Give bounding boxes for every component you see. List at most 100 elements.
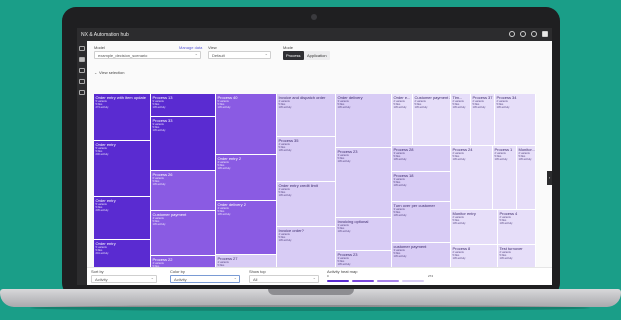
treemap-icon[interactable] (79, 57, 85, 62)
tile-stat: 145 activity (278, 194, 292, 198)
tile-stat: 145 activity (393, 255, 407, 259)
treemap-tile[interactable]: Process 42 variants 5 files 145 activity (498, 210, 536, 245)
treemap-tile[interactable]: Order entry 5 variants 5 files 246 activity (94, 141, 151, 197)
treemap-tile[interactable]: Customer payment 22 variants 5 files 145 a… (413, 94, 451, 146)
view-label: View (208, 45, 217, 50)
tile-stat: 145 activity (452, 106, 466, 110)
treemap-tile[interactable]: Test turnover 2 variants 5 files 145 activi… (498, 245, 536, 268)
color-by-select[interactable]: Activity (170, 275, 240, 283)
tile-stat: 145 activity (278, 149, 292, 153)
tile-stat: 145 activity (217, 167, 231, 171)
tile-stat: 145 activity (217, 213, 231, 217)
tile-stat: 145 activity (152, 106, 166, 110)
treemap-tile[interactable]: Turn over per customer 3 variants 5 files 1… (392, 202, 451, 243)
model-label: Model (94, 45, 105, 50)
tile-stat: 245 activity (95, 209, 109, 213)
laptop-screen: NX & Automation hub Model example_decisi… (77, 28, 552, 285)
tile-stat: 145 activity (393, 184, 407, 188)
treemap-tile[interactable]: Process 24 2 variants 5 files 145 activity (451, 146, 493, 210)
treemap-tile[interactable]: Monitor entry 2 variants 5 files 145 activi… (451, 210, 498, 245)
tile-stat: 145 activity (393, 158, 407, 162)
treemap-tile[interactable]: Process 13 9 variants 5 files 145 activity (151, 94, 216, 117)
treemap-tile[interactable]: Process 26 6 variants 5 files 145 activity (151, 171, 216, 211)
tile-stat: 145 activity (278, 106, 292, 110)
color-by-label: Color by (170, 269, 185, 274)
treemap-tile[interactable]: Process 23 3 variants 5 files 145 activity (336, 148, 392, 218)
heat-map-label: Activity heat map (327, 269, 358, 274)
tile-stat: 145 activity (518, 158, 532, 162)
treemap-tile[interactable]: Customer payment 4 variants 5 files 145 act… (151, 211, 216, 256)
treemap-tile[interactable]: Process 18 3 variants 5 files 145 activity (392, 172, 451, 202)
treemap-tile[interactable]: Order entry 5 variants 5 files 245 activity (94, 197, 151, 240)
tile-stat: 145 activity (496, 106, 510, 110)
treemap-tile[interactable]: Process 40 5 variants 5 files 145 activity (216, 94, 277, 155)
treemap-tile[interactable]: Order delivery 3 variants 5 files 145 activ… (336, 94, 392, 148)
home-icon[interactable] (79, 46, 85, 51)
treemap-tile[interactable]: Order entry credit limit 4 variants 5 file… (277, 182, 336, 227)
treemap-tile[interactable]: Order delivery 24 variants 5 files 145 act… (216, 201, 277, 255)
show-top-select[interactable]: All (249, 275, 319, 283)
tile-stat: 274 activity (95, 106, 109, 110)
tile-stat: 145 activity (472, 106, 486, 110)
tile-stat: 145 activity (278, 239, 292, 243)
tile-stat: 145 activity (337, 106, 351, 110)
treemap-tile[interactable]: Process 34 2 variants 5 files 145 activity (495, 94, 536, 146)
heat-legend-1 (327, 280, 349, 282)
treemap-tile[interactable]: Process 33 9 variants 5 files 145 activity (151, 117, 216, 171)
tab-process[interactable]: Process (283, 51, 304, 60)
window-title: NX & Automation hub (81, 32, 129, 38)
user-rail-icon[interactable] (79, 90, 85, 95)
tile-stat: 145 activity (337, 160, 351, 164)
mode-label: Mode (283, 45, 294, 50)
treemap-tile[interactable]: Invoicing optional 3 variants 5 files 145 a… (336, 218, 392, 251)
title-bar: NX & Automation hub (77, 28, 552, 41)
view-select[interactable]: Default (208, 51, 271, 59)
laptop-notch (268, 289, 354, 295)
treemap-tile[interactable]: Process 28 3 variants 5 files 145 activity (392, 146, 451, 172)
tile-stat: 246 activity (95, 153, 109, 157)
treemap-tile[interactable]: Process 37 2 variants 5 files 145 activity (471, 94, 495, 146)
tile-stat: 145 activity (452, 158, 466, 162)
tile-stat: 145 activity (152, 183, 166, 187)
heat-legend-2 (352, 280, 374, 282)
tile-stat: 145 activity (452, 222, 466, 226)
treemap-tile[interactable]: Tim... 2 variants 5 files 145 activity (451, 94, 471, 146)
tab-application[interactable]: Application (304, 51, 330, 60)
main-panel: Model example_decision_scenario Manage d… (87, 41, 552, 285)
camera-icon (311, 14, 317, 20)
show-top-label: Show top (249, 269, 266, 274)
list-icon[interactable] (79, 79, 85, 84)
heat-legend-4 (402, 280, 424, 282)
menu-icon[interactable] (542, 31, 548, 37)
help-icon[interactable] (520, 31, 526, 37)
tile-stat: 241 activity (95, 252, 109, 256)
tile-stat: 145 activity (337, 230, 351, 234)
tile-stat: 145 activity (414, 106, 428, 110)
laptop-shadow (30, 305, 590, 311)
sort-select[interactable]: Activity (91, 275, 157, 283)
heat-max-label: 274 (428, 274, 434, 278)
tile-stat: 145 activity (393, 214, 407, 218)
treemap-tile[interactable]: Process 12 variants 5 files 145 activity (493, 146, 517, 210)
expand-panel-handle[interactable]: ‹ (547, 171, 552, 185)
treemap-tile[interactable]: Order e... 2 variants 5 files 145 activity (392, 94, 413, 146)
tile-stat: 145 activity (217, 106, 231, 110)
chevron-down-icon[interactable]: ⌄ (94, 70, 97, 75)
treemap-tile[interactable]: Order entry with item update 5 variants 5 … (94, 94, 151, 141)
treemap-tile[interactable]: Process 35 4 variants 5 files 145 activity (277, 137, 336, 182)
tile-stat: 145 activity (152, 223, 166, 227)
heat-min-label: 0 (327, 274, 329, 278)
tile-stat: 145 activity (452, 257, 466, 261)
sort-label: Sort by (91, 269, 104, 274)
tile-stat: 145 activity (494, 158, 508, 162)
model-select[interactable]: example_decision_scenario (94, 51, 201, 59)
settings-rail-icon[interactable] (79, 68, 85, 73)
treemap-tile[interactable]: Monitor... 2 variants 5 files 145 activity (517, 146, 536, 210)
manage-data-link[interactable]: Manage data (179, 45, 202, 50)
title-bar-icons (509, 31, 548, 37)
left-rail (77, 41, 87, 285)
user-icon[interactable] (531, 31, 537, 37)
treemap-tile[interactable]: Invoice and dispatch order 4 variants 5 fi… (277, 94, 336, 137)
settings-icon[interactable] (509, 31, 515, 37)
treemap-tile[interactable]: Order entry 24 variants 5 files 145 activi… (216, 155, 277, 201)
